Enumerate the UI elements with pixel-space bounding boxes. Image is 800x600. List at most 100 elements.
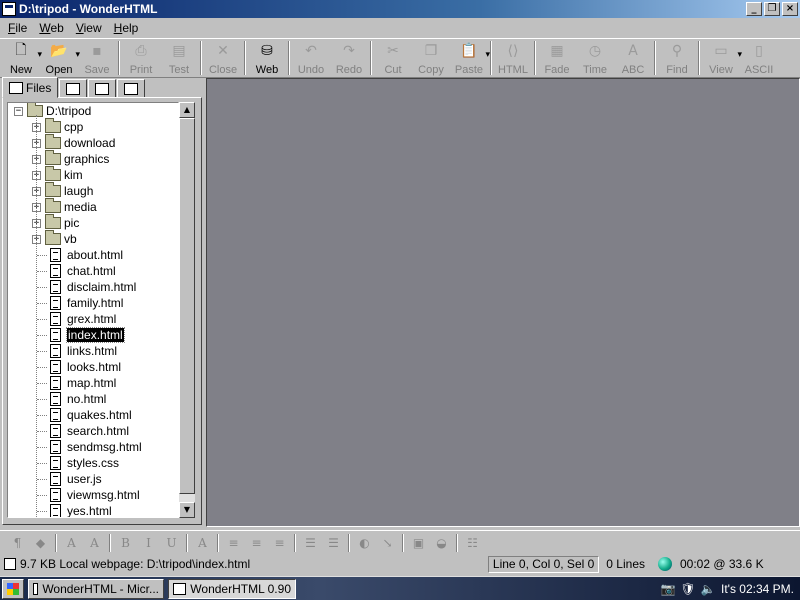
undo-button[interactable]: ↶ Undo — [292, 39, 330, 77]
tree-file-item[interactable]: index.html — [50, 327, 125, 343]
tree-folder-item[interactable]: + vb — [32, 230, 77, 247]
file-icon — [50, 248, 61, 262]
time-button[interactable]: ◷ Time — [576, 39, 614, 77]
cut-button[interactable]: ✂ Cut — [374, 39, 412, 77]
view-button[interactable]: ▭ View — [702, 39, 742, 77]
taskbar-item-wonderhtml-micr[interactable]: WonderHTML - Micr... — [28, 578, 164, 599]
tab-3[interactable] — [88, 79, 117, 98]
tree-file-item[interactable]: links.html — [50, 343, 117, 359]
file-tree[interactable]: − D:\tripod + cpp + download + graphics + kim + lau… — [7, 102, 179, 518]
tree-file-item[interactable]: quakes.html — [50, 407, 132, 423]
minimize-button[interactable]: _ — [746, 2, 762, 16]
speaker-tray-icon[interactable]: 🔈 — [701, 582, 716, 596]
start-button[interactable] — [2, 578, 24, 599]
tree-folder-item[interactable]: + graphics — [32, 150, 109, 167]
menu-help[interactable]: Help — [108, 21, 145, 35]
close-window-button[interactable]: × — [782, 2, 798, 16]
tree-file-item[interactable]: disclaim.html — [50, 279, 136, 295]
format-button-icon[interactable]: ¶ — [6, 533, 29, 553]
new-button[interactable]: 🗋 New — [2, 39, 42, 77]
scroll-down-arrow-icon[interactable]: ▼ — [179, 502, 195, 518]
tree-file-item[interactable]: user.js — [50, 471, 102, 487]
camera-tray-icon[interactable]: 📷 — [661, 582, 676, 596]
format-button-icon[interactable]: ≡ — [222, 533, 245, 553]
tray-clock[interactable]: It's 02:34 PM. — [721, 582, 794, 596]
tree-item-label: search.html — [67, 424, 130, 438]
format-button-icon[interactable]: ☷ — [461, 533, 484, 553]
tab-4[interactable] — [117, 79, 146, 98]
open-button[interactable]: 📂 Open — [40, 39, 80, 77]
abc-button[interactable]: A ABC — [614, 39, 652, 77]
tree-folder-item[interactable]: + download — [32, 134, 115, 151]
format-button-icon[interactable]: ◐ — [353, 533, 376, 553]
app-icon[interactable] — [2, 2, 16, 16]
format-button-icon[interactable]: A — [191, 533, 214, 553]
copy-button[interactable]: ❐ Copy — [412, 39, 450, 77]
shield-tray-icon[interactable]: 🛡 — [680, 582, 695, 596]
redo-button[interactable]: ↷ Redo — [330, 39, 368, 77]
tree-file-item[interactable]: looks.html — [50, 359, 121, 375]
paste-button[interactable]: 📋 Paste — [450, 39, 490, 77]
tree-file-item[interactable]: search.html — [50, 423, 129, 439]
tree-file-item[interactable]: about.html — [50, 247, 123, 263]
format-button-icon[interactable]: B — [114, 533, 137, 553]
format-button-icon[interactable]: ▣ — [407, 533, 430, 553]
format-button-icon[interactable]: ≡ — [245, 533, 268, 553]
format-button-icon[interactable]: ↘ — [376, 533, 399, 553]
restore-button[interactable]: ❐ — [764, 2, 780, 16]
tree-file-item[interactable]: styles.css — [50, 455, 119, 471]
tab-files[interactable]: Files — [2, 77, 59, 98]
tree-file-item[interactable]: chat.html — [50, 263, 116, 279]
toolbar-label: Test — [168, 64, 190, 76]
menu-web[interactable]: Web — [33, 21, 69, 35]
tree-file-item[interactable]: family.html — [50, 295, 123, 311]
tree-guide-line — [37, 319, 47, 320]
format-button-icon[interactable]: I — [137, 533, 160, 553]
format-button-icon[interactable]: ☰ — [299, 533, 322, 553]
format-button-icon[interactable]: U — [160, 533, 183, 553]
editor-area[interactable] — [206, 78, 800, 527]
collapse-icon[interactable]: − — [14, 106, 23, 116]
tree-folder-item[interactable]: + pic — [32, 214, 79, 231]
menu-file[interactable]: File — [2, 21, 33, 35]
format-button-icon[interactable]: A — [60, 533, 83, 553]
tree-file-item[interactable]: yes.html — [50, 503, 112, 517]
tree-scrollbar[interactable]: ▲ ▼ — [179, 102, 195, 518]
tree-file-item[interactable]: sendmsg.html — [50, 439, 142, 455]
ascii-button[interactable]: ▯ ASCII — [740, 39, 778, 77]
scroll-thumb[interactable] — [179, 118, 195, 494]
menu-view[interactable]: View — [70, 21, 108, 35]
tree-file-item[interactable]: viewmsg.html — [50, 487, 140, 503]
test-button[interactable]: ▤ Test — [160, 39, 198, 77]
tree-file-item[interactable]: no.html — [50, 391, 106, 407]
format-button-icon[interactable]: ☰ — [322, 533, 345, 553]
tab4-icon — [124, 82, 139, 95]
format-button-icon[interactable]: ◒ — [430, 533, 453, 553]
tree-item-label: viewmsg.html — [67, 488, 140, 502]
tree-file-item[interactable]: grex.html — [50, 311, 116, 327]
scroll-up-arrow-icon[interactable]: ▲ — [179, 102, 195, 118]
toolbar-separator — [186, 533, 188, 552]
print-button[interactable]: ⎙ Print — [122, 39, 160, 77]
tree-folder-item[interactable]: + media — [32, 198, 97, 215]
fade-button[interactable]: ▦ Fade — [538, 39, 576, 77]
close-button[interactable]: ✕ Close — [204, 39, 242, 77]
tree-folder-item[interactable]: + cpp — [32, 118, 83, 135]
tree-folder-item[interactable]: + laugh — [32, 182, 93, 199]
tree-guide-line — [36, 115, 37, 517]
tab-2[interactable] — [59, 79, 88, 98]
taskbar-item-wonderhtml-090[interactable]: WonderHTML 0.90 — [168, 578, 296, 599]
format-button-icon[interactable]: A — [83, 533, 106, 553]
find-button[interactable]: ⚲ Find — [658, 39, 696, 77]
web-button[interactable]: ⛁ Web — [248, 39, 286, 77]
tree-folder-item[interactable]: + kim — [32, 166, 83, 183]
tree-root-item[interactable]: − D:\tripod — [14, 103, 91, 119]
format-button-icon[interactable]: ≡ — [268, 533, 291, 553]
window-icon — [173, 582, 187, 595]
save-button[interactable]: ▪ Save — [78, 39, 116, 77]
tree-file-item[interactable]: map.html — [50, 375, 116, 391]
toolbar-label: Redo — [335, 64, 363, 76]
format-button-icon[interactable]: ◆ — [29, 533, 52, 553]
tree-guide-line — [37, 335, 47, 336]
html-button[interactable]: ⟨⟩ HTML — [494, 39, 532, 77]
